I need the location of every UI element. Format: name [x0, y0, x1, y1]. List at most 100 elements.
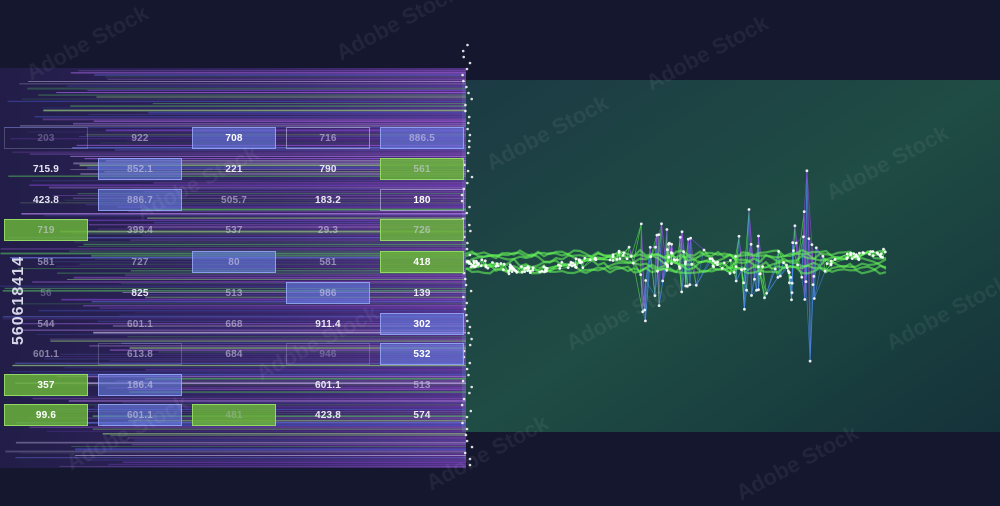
- wave-node: [616, 258, 619, 261]
- wave-node: [809, 360, 812, 363]
- table-cell: 399.4: [98, 219, 182, 241]
- wave-node: [558, 267, 561, 270]
- wave-node: [830, 260, 833, 263]
- wave-node: [595, 258, 598, 261]
- wave-node: [868, 253, 871, 256]
- wave-node: [529, 271, 532, 274]
- table-cell: 601.1: [4, 343, 88, 365]
- wave-node: [763, 296, 766, 299]
- wave-node: [575, 257, 578, 260]
- wave-node: [759, 272, 762, 275]
- wave-node: [777, 276, 780, 279]
- wave-node: [649, 246, 652, 249]
- wave-node: [560, 261, 563, 264]
- wave-node: [628, 246, 631, 249]
- wave-node: [511, 270, 514, 273]
- table-cell: 29.3: [286, 219, 370, 241]
- wave-node: [777, 250, 780, 253]
- wave-node: [745, 289, 748, 292]
- table-cell: 513: [380, 374, 464, 396]
- wave-node: [571, 265, 574, 268]
- wave-node: [803, 210, 806, 213]
- wave-node: [654, 246, 657, 249]
- wave-node: [788, 271, 791, 274]
- edge-node: [471, 176, 474, 179]
- wave-node: [622, 254, 625, 257]
- wave-node: [884, 251, 887, 254]
- wave-node: [808, 237, 811, 240]
- table-cell: 726: [380, 219, 464, 241]
- wave-node: [612, 253, 615, 256]
- wave-node: [503, 263, 506, 266]
- table-cell: 513: [192, 282, 276, 304]
- table-cell: 825: [98, 282, 182, 304]
- wave-node: [609, 259, 612, 262]
- wave-node: [802, 235, 805, 238]
- wave-node: [532, 266, 535, 269]
- wave-node: [806, 169, 809, 172]
- wave-node: [716, 261, 719, 264]
- wave-node: [520, 265, 523, 268]
- wave-node: [681, 230, 684, 233]
- wave-node: [654, 294, 657, 297]
- wave-node: [477, 263, 480, 266]
- table-cell: 183.2: [286, 189, 370, 211]
- wave-node: [882, 248, 885, 251]
- wave-node: [580, 261, 583, 264]
- wave-node: [640, 223, 643, 226]
- wave-node: [480, 264, 483, 267]
- wave-node: [531, 269, 534, 272]
- wave-node: [491, 261, 494, 264]
- table-cell: 423.8: [286, 404, 370, 426]
- wave-node: [567, 266, 570, 269]
- wave-node: [666, 264, 669, 267]
- wave-node: [815, 246, 818, 249]
- wave-node: [880, 252, 883, 255]
- wave-node: [750, 294, 753, 297]
- wave-node: [791, 291, 794, 294]
- wave-node: [643, 309, 646, 312]
- table-cell: 221: [192, 158, 276, 180]
- table-cell: 99.6: [4, 404, 88, 426]
- wave-node: [679, 236, 682, 239]
- table-cell: 505.7: [192, 189, 276, 211]
- wave-node: [788, 281, 791, 284]
- table-cell: 719: [4, 219, 88, 241]
- wave-node: [729, 272, 732, 275]
- wave-node: [497, 265, 500, 268]
- wave-node: [527, 267, 530, 270]
- wave-node: [703, 249, 706, 252]
- wave-node: [676, 258, 679, 261]
- wave-node: [623, 251, 626, 254]
- wave-node: [666, 228, 669, 231]
- wave-node: [661, 280, 664, 283]
- wave-node: [738, 235, 741, 238]
- table-cell: 302: [380, 313, 464, 335]
- wave-node: [589, 259, 592, 262]
- table-cell: 613.8: [98, 343, 182, 365]
- wave-node: [735, 265, 738, 268]
- table-cell: 418: [380, 251, 464, 273]
- wave-node: [857, 258, 860, 261]
- wave-node: [785, 264, 788, 267]
- wave-node: [521, 271, 524, 274]
- table-cell: 911.4: [286, 313, 370, 335]
- wave-node: [644, 320, 647, 323]
- wave-node: [649, 255, 652, 258]
- wave-node: [881, 256, 884, 259]
- wave-node: [656, 270, 659, 273]
- table-cell: 852.1: [98, 158, 182, 180]
- wave-node: [679, 267, 682, 270]
- table-cell: 139: [380, 282, 464, 304]
- wave-node: [688, 283, 691, 286]
- wave-node: [846, 253, 849, 256]
- table-cell: 574: [380, 404, 464, 426]
- wave-node: [723, 261, 726, 264]
- wave-node: [800, 276, 803, 279]
- wave-node: [786, 266, 789, 269]
- wave-node: [826, 262, 829, 265]
- wave-node: [742, 281, 745, 284]
- wave-node: [500, 262, 503, 265]
- wave-node: [665, 269, 668, 272]
- wave-node: [830, 262, 833, 265]
